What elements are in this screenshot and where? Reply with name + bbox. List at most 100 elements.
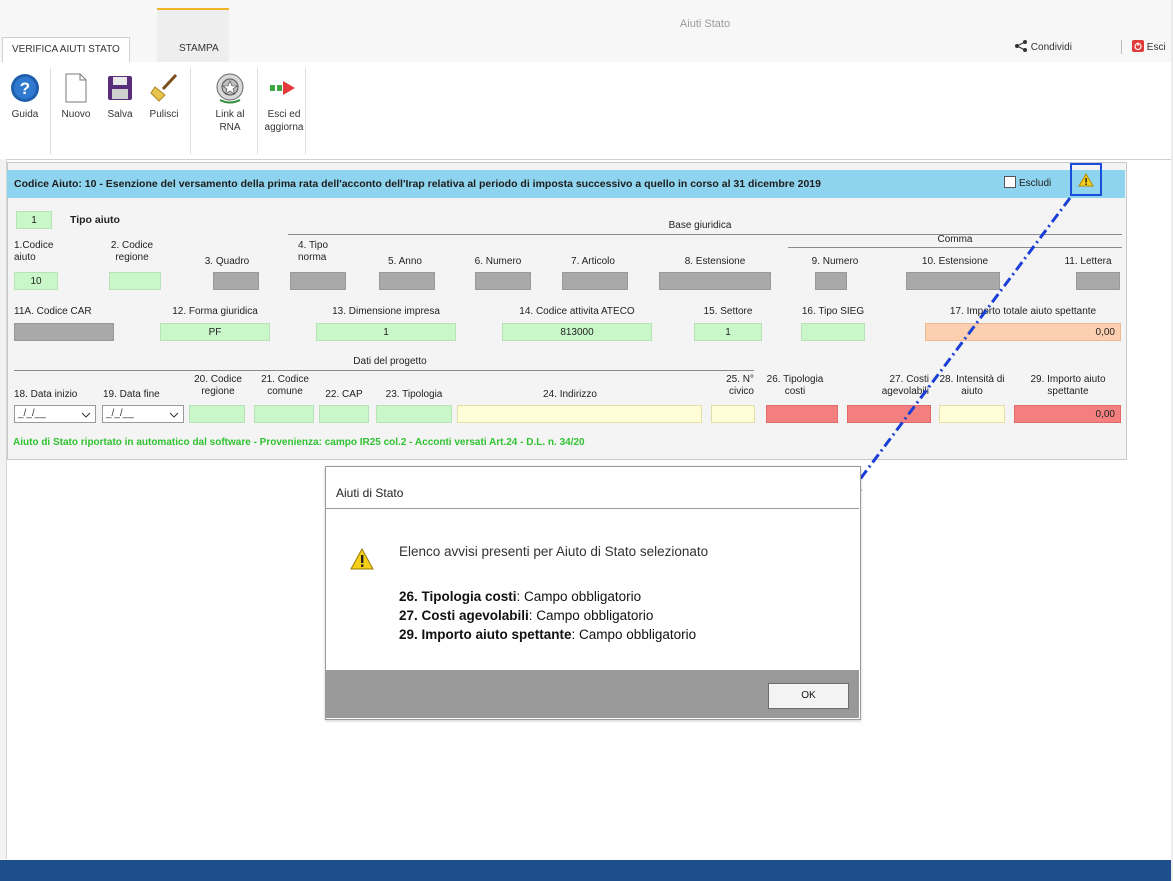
warning-field: 29. Importo aiuto spettante [399, 627, 572, 642]
svg-text:?: ? [20, 79, 30, 98]
aid-header-title: Codice Aiuto: 10 - Esenzione del versame… [14, 178, 821, 190]
aid-source-note: Aiuto di Stato riportato in automatico d… [13, 437, 585, 448]
dialog-title-divider [326, 508, 859, 509]
save-label: Salva [107, 109, 133, 120]
base-giuridica-label: Base giuridica [668, 220, 732, 231]
codice-aiuto-field[interactable]: 10 [14, 272, 58, 290]
field-label-7: 7. Articolo [571, 256, 615, 267]
tipologia-field[interactable] [376, 405, 452, 423]
tipo-norma-field[interactable] [290, 272, 346, 290]
estensione-field[interactable] [659, 272, 771, 290]
warning-field: 27. Costi agevolabili [399, 608, 529, 623]
toolbar-divider [1121, 40, 1122, 54]
codice-comune-field[interactable] [254, 405, 314, 423]
tipologia-costi-field[interactable] [766, 405, 838, 423]
field-label-21: 21. Codice comune [261, 374, 309, 397]
clear-button[interactable]: Pulisci [142, 70, 186, 121]
new-label: Nuovo [61, 109, 91, 120]
codice-regione-field[interactable] [109, 272, 161, 290]
section-line [14, 370, 754, 371]
share-button[interactable]: Condividi [1014, 40, 1072, 53]
settore-field[interactable]: 1 [694, 323, 762, 341]
link-rna-button[interactable]: Link al RNA [208, 70, 252, 134]
data-inizio-picker[interactable]: _/_/__ [14, 405, 96, 423]
field-label-26: 26. Tipologia costi [766, 374, 824, 397]
field-label-11a: 11A. Codice CAR [14, 306, 92, 317]
taskbar [0, 860, 1173, 881]
warning-item: 26. Tipologia costi: Campo obbligatorio [399, 589, 641, 604]
warning-text: : Campo obbligatorio [516, 589, 642, 604]
warning-icon[interactable] [1078, 173, 1094, 187]
save-icon [108, 76, 132, 100]
field-label-2: 2. Codice regione [110, 240, 154, 263]
help-button[interactable]: ? Guida [3, 70, 47, 121]
codice-regione-progetto-field[interactable] [189, 405, 245, 423]
numero-field[interactable] [475, 272, 531, 290]
ribbon-divider [257, 68, 258, 154]
dialog-title: Aiuti di Stato [336, 486, 404, 500]
articolo-field[interactable] [562, 272, 628, 290]
ribbon-divider [50, 68, 51, 154]
chevron-down-icon[interactable] [169, 412, 179, 418]
ribbon-divider [305, 68, 306, 154]
emblem-icon [216, 73, 244, 104]
clear-label: Pulisci [149, 109, 179, 120]
dialog-message: Elenco avvisi presenti per Aiuto di Stat… [399, 544, 709, 559]
field-label-24: 24. Indirizzo [543, 389, 597, 400]
link-rna-label: Link al RNA [215, 109, 245, 133]
new-document-icon [65, 73, 87, 103]
codice-ateco-field[interactable]: 813000 [502, 323, 652, 341]
field-label-14: 14. Codice attivita ATECO [519, 306, 635, 317]
checkbox-box[interactable] [1004, 176, 1016, 188]
broom-icon [150, 73, 178, 102]
field-label-5: 5. Anno [388, 256, 422, 267]
field-label-8: 8. Estensione [684, 256, 746, 267]
field-label-19: 19. Data fine [103, 389, 160, 400]
tipo-aiuto-field[interactable]: 1 [16, 211, 52, 229]
numero-civico-field[interactable] [711, 405, 755, 423]
exclude-checkbox[interactable]: Escludi [1004, 176, 1051, 189]
annotation-arrow [844, 197, 1072, 502]
share-label: Condividi [1030, 42, 1072, 53]
exit-arrow-icon [270, 81, 295, 95]
forma-giuridica-field[interactable]: PF [160, 323, 270, 341]
field-label-18: 18. Data inizio [14, 389, 78, 400]
exit-update-button[interactable]: Esci ed aggiorna [262, 70, 306, 134]
field-label-25: 25. N° civico [726, 374, 754, 397]
chevron-down-icon[interactable] [81, 412, 91, 418]
tab-stampa[interactable]: STAMPA [170, 37, 228, 61]
exclude-label: Escludi [1019, 178, 1052, 189]
help-label: Guida [11, 109, 39, 120]
data-fine-picker[interactable]: _/_/__ [102, 405, 184, 423]
warning-icon [350, 547, 374, 570]
quadro-field[interactable] [213, 272, 259, 290]
field-label-15: 15. Settore [703, 306, 753, 317]
data-fine-value: _/_/__ [106, 408, 134, 419]
dimensione-impresa-field[interactable]: 1 [316, 323, 456, 341]
warning-text: : Campo obbligatorio [528, 608, 654, 623]
dati-progetto-label: Dati del progetto [353, 356, 427, 367]
help-icon: ? [11, 74, 39, 102]
cap-field[interactable] [319, 405, 369, 423]
field-label-3: 3. Quadro [204, 256, 250, 267]
codice-car-field[interactable] [14, 323, 114, 341]
field-label-6: 6. Numero [474, 256, 522, 267]
field-label-13: 13. Dimensione impresa [332, 306, 440, 317]
ok-button[interactable]: OK [768, 683, 849, 709]
left-edge [0, 159, 7, 859]
warning-text: : Campo obbligatorio [571, 627, 697, 642]
save-button[interactable]: Salva [98, 70, 142, 121]
power-icon [1132, 40, 1144, 52]
exit-update-label: Esci ed aggiorna [264, 109, 304, 133]
field-label-23: 23. Tipologia [385, 389, 443, 400]
field-label-1: 1.Codice aiuto [14, 240, 54, 263]
field-label-12: 12. Forma giuridica [172, 306, 258, 317]
indirizzo-field[interactable] [457, 405, 702, 423]
tab-verifica-aiuti-stato[interactable]: VERIFICA AIUTI STATO [2, 37, 130, 62]
field-label-20: 20. Codice regione [194, 374, 242, 397]
data-inizio-value: _/_/__ [18, 408, 46, 419]
new-button[interactable]: Nuovo [54, 70, 98, 121]
field-label-4: 4. Tipo norma [298, 240, 329, 263]
exit-button[interactable]: Esci [1132, 40, 1166, 53]
anno-field[interactable] [379, 272, 435, 290]
